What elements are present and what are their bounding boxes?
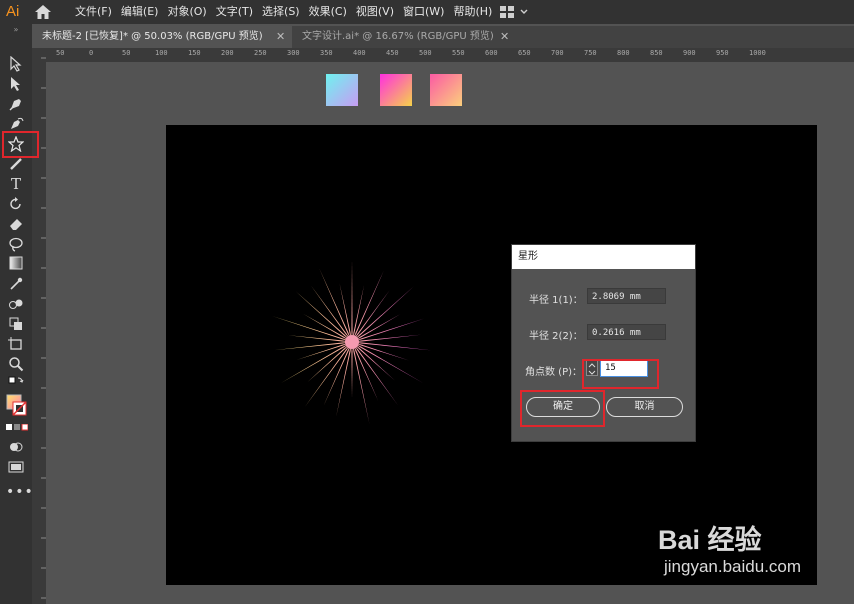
menu-item[interactable]: 文件(F) — [75, 0, 112, 24]
fill-stroke-swatch[interactable] — [6, 392, 27, 420]
ruler-tick-label: 400 — [353, 49, 366, 57]
starburst-ray — [351, 342, 353, 398]
points-field-highlight — [582, 359, 659, 389]
ruler-tick-label: 50 — [122, 49, 131, 57]
ruler-tick-label: 900 — [683, 49, 696, 57]
blend-tool-icon[interactable] — [6, 294, 26, 314]
ruler-tick-label: 200 — [221, 49, 234, 57]
ruler-tick-label: 800 — [617, 49, 630, 57]
gradient-swatch-cyan-purple[interactable] — [326, 74, 358, 106]
ruler-tick-label: 950 — [716, 49, 729, 57]
direct-selection-tool-icon[interactable] — [6, 74, 26, 94]
ruler-tick-label: 600 — [485, 49, 498, 57]
starburst-ray — [351, 260, 353, 342]
menu-item[interactable]: 编辑(E) — [121, 0, 159, 24]
tools-panel: » T ••• — [0, 24, 33, 604]
tab-label: 文字设计.ai* @ 16.67% (RGB/GPU 预览) — [302, 31, 494, 42]
starburst-ray — [352, 342, 424, 383]
menu-item[interactable]: 对象(O) — [167, 0, 206, 24]
zoom-tool-icon[interactable] — [6, 354, 26, 374]
star-tool-highlight — [2, 131, 39, 158]
shape-builder-tool-icon[interactable] — [6, 314, 26, 334]
ruler-tick-label: 850 — [650, 49, 663, 57]
selection-tool-icon[interactable] — [6, 54, 26, 74]
starburst-ray — [352, 342, 379, 401]
ruler-tick-label: 1000 — [749, 49, 766, 57]
draw-mode-icon[interactable] — [6, 438, 26, 458]
starburst-ray — [280, 342, 352, 383]
pen-tool-icon[interactable] — [6, 94, 26, 114]
menu-item[interactable]: 文字(T) — [216, 0, 253, 24]
ruler-tick-label: 350 — [320, 49, 333, 57]
watermark-logo: Bai 经验 — [658, 525, 762, 555]
starburst-shape[interactable] — [166, 125, 817, 585]
collapse-panel-icon[interactable]: » — [6, 24, 26, 36]
gradient-swatch-magenta-yellow[interactable] — [380, 74, 412, 106]
ruler-tick-label: 450 — [386, 49, 399, 57]
starburst-ray — [352, 270, 384, 342]
eraser-tool-icon[interactable] — [6, 214, 26, 234]
screen-mode-icon[interactable] — [6, 458, 26, 478]
ruler-tick-label: 300 — [287, 49, 300, 57]
watermark: Bai 经验 jingyan.baidu.com — [658, 518, 801, 577]
menu-item[interactable]: 选择(S) — [262, 0, 300, 24]
ruler-tick-label: 50 — [56, 49, 65, 57]
ok-button-highlight — [520, 390, 605, 427]
starburst-ray — [352, 285, 415, 342]
document-tabs: 未标题-2 [已恢复]* @ 50.03% (RGB/GPU 预览) ✕ 文字设… — [32, 26, 854, 48]
artboard[interactable] — [166, 125, 817, 585]
artboard-tool-icon[interactable] — [6, 334, 26, 354]
type-tool-icon[interactable]: T — [6, 174, 26, 194]
close-tab-icon[interactable]: ✕ — [500, 26, 509, 48]
dialog-title: 星形 — [512, 245, 695, 269]
ruler-tick-label: 250 — [254, 49, 267, 57]
starburst-ray — [272, 316, 352, 342]
gradient-tool-icon[interactable] — [6, 254, 26, 274]
ruler-tick-label: 750 — [584, 49, 597, 57]
tab-label: 未标题-2 [已恢复]* @ 50.03% (RGB/GPU 预览) — [42, 31, 263, 42]
horizontal-ruler: 50 0 50 100 150 200 250 300 350 400 450 500 550 600 65… — [46, 48, 854, 62]
radius2-label: 半径 2(2)： — [529, 331, 583, 342]
starburst-ray — [319, 268, 352, 342]
ruler-tick-label: 100 — [155, 49, 168, 57]
tab-document-2[interactable]: 文字设计.ai* @ 16.67% (RGB/GPU 预览) ✕ — [292, 26, 522, 48]
ruler-tick-label: 650 — [518, 49, 531, 57]
eyedropper-tool-icon[interactable] — [6, 274, 26, 294]
starburst-ray — [323, 342, 352, 406]
color-mode-icons[interactable] — [6, 422, 28, 434]
home-icon[interactable] — [34, 4, 52, 20]
menu-bar: Ai 文件(F) 编辑(E) 对象(O) 文字(T) 选择(S) 效果(C) 视图(V) 窗口… — [0, 0, 854, 24]
rotate-tool-icon[interactable] — [6, 194, 26, 214]
close-tab-icon[interactable]: ✕ — [276, 26, 285, 48]
radius2-field[interactable]: 0.2616 mm — [587, 324, 666, 340]
ruler-tick-label: 150 — [188, 49, 201, 57]
default-colors-icon[interactable] — [6, 374, 26, 394]
starburst-center — [345, 335, 359, 349]
menu-item[interactable]: 窗口(W) — [403, 0, 444, 24]
menu-item[interactable]: 效果(C) — [309, 0, 347, 24]
tab-document-1[interactable]: 未标题-2 [已恢复]* @ 50.03% (RGB/GPU 预览) ✕ — [32, 26, 292, 48]
radius1-field[interactable]: 2.8069 mm — [587, 288, 666, 304]
workspace-switcher-icon[interactable] — [500, 6, 530, 18]
lasso-tool-icon[interactable] — [6, 234, 26, 254]
ruler-tick-label: 700 — [551, 49, 564, 57]
starburst-ray — [352, 342, 396, 381]
points-label: 角点数 (P)： — [525, 367, 583, 378]
watermark-url: jingyan.baidu.com — [664, 557, 802, 576]
cancel-button[interactable]: 取消 — [606, 397, 683, 417]
gradient-swatch-pink-peach[interactable] — [430, 74, 462, 106]
ruler-tick-label: 500 — [419, 49, 432, 57]
menu-item[interactable]: 视图(V) — [356, 0, 394, 24]
ruler-tick-label: 550 — [452, 49, 465, 57]
starburst-ray — [307, 342, 352, 383]
starburst-ray — [295, 291, 352, 342]
radius1-label: 半径 1(1)： — [529, 295, 583, 306]
menu-item[interactable]: 帮助(H) — [453, 0, 492, 24]
ruler-tick-label: 0 — [89, 49, 94, 57]
app-logo: Ai — [6, 3, 20, 20]
more-tools-icon[interactable]: ••• — [6, 482, 33, 502]
menu-items: 文件(F) 编辑(E) 对象(O) 文字(T) 选择(S) 效果(C) 视图(V) 窗口(W)… — [75, 0, 501, 24]
